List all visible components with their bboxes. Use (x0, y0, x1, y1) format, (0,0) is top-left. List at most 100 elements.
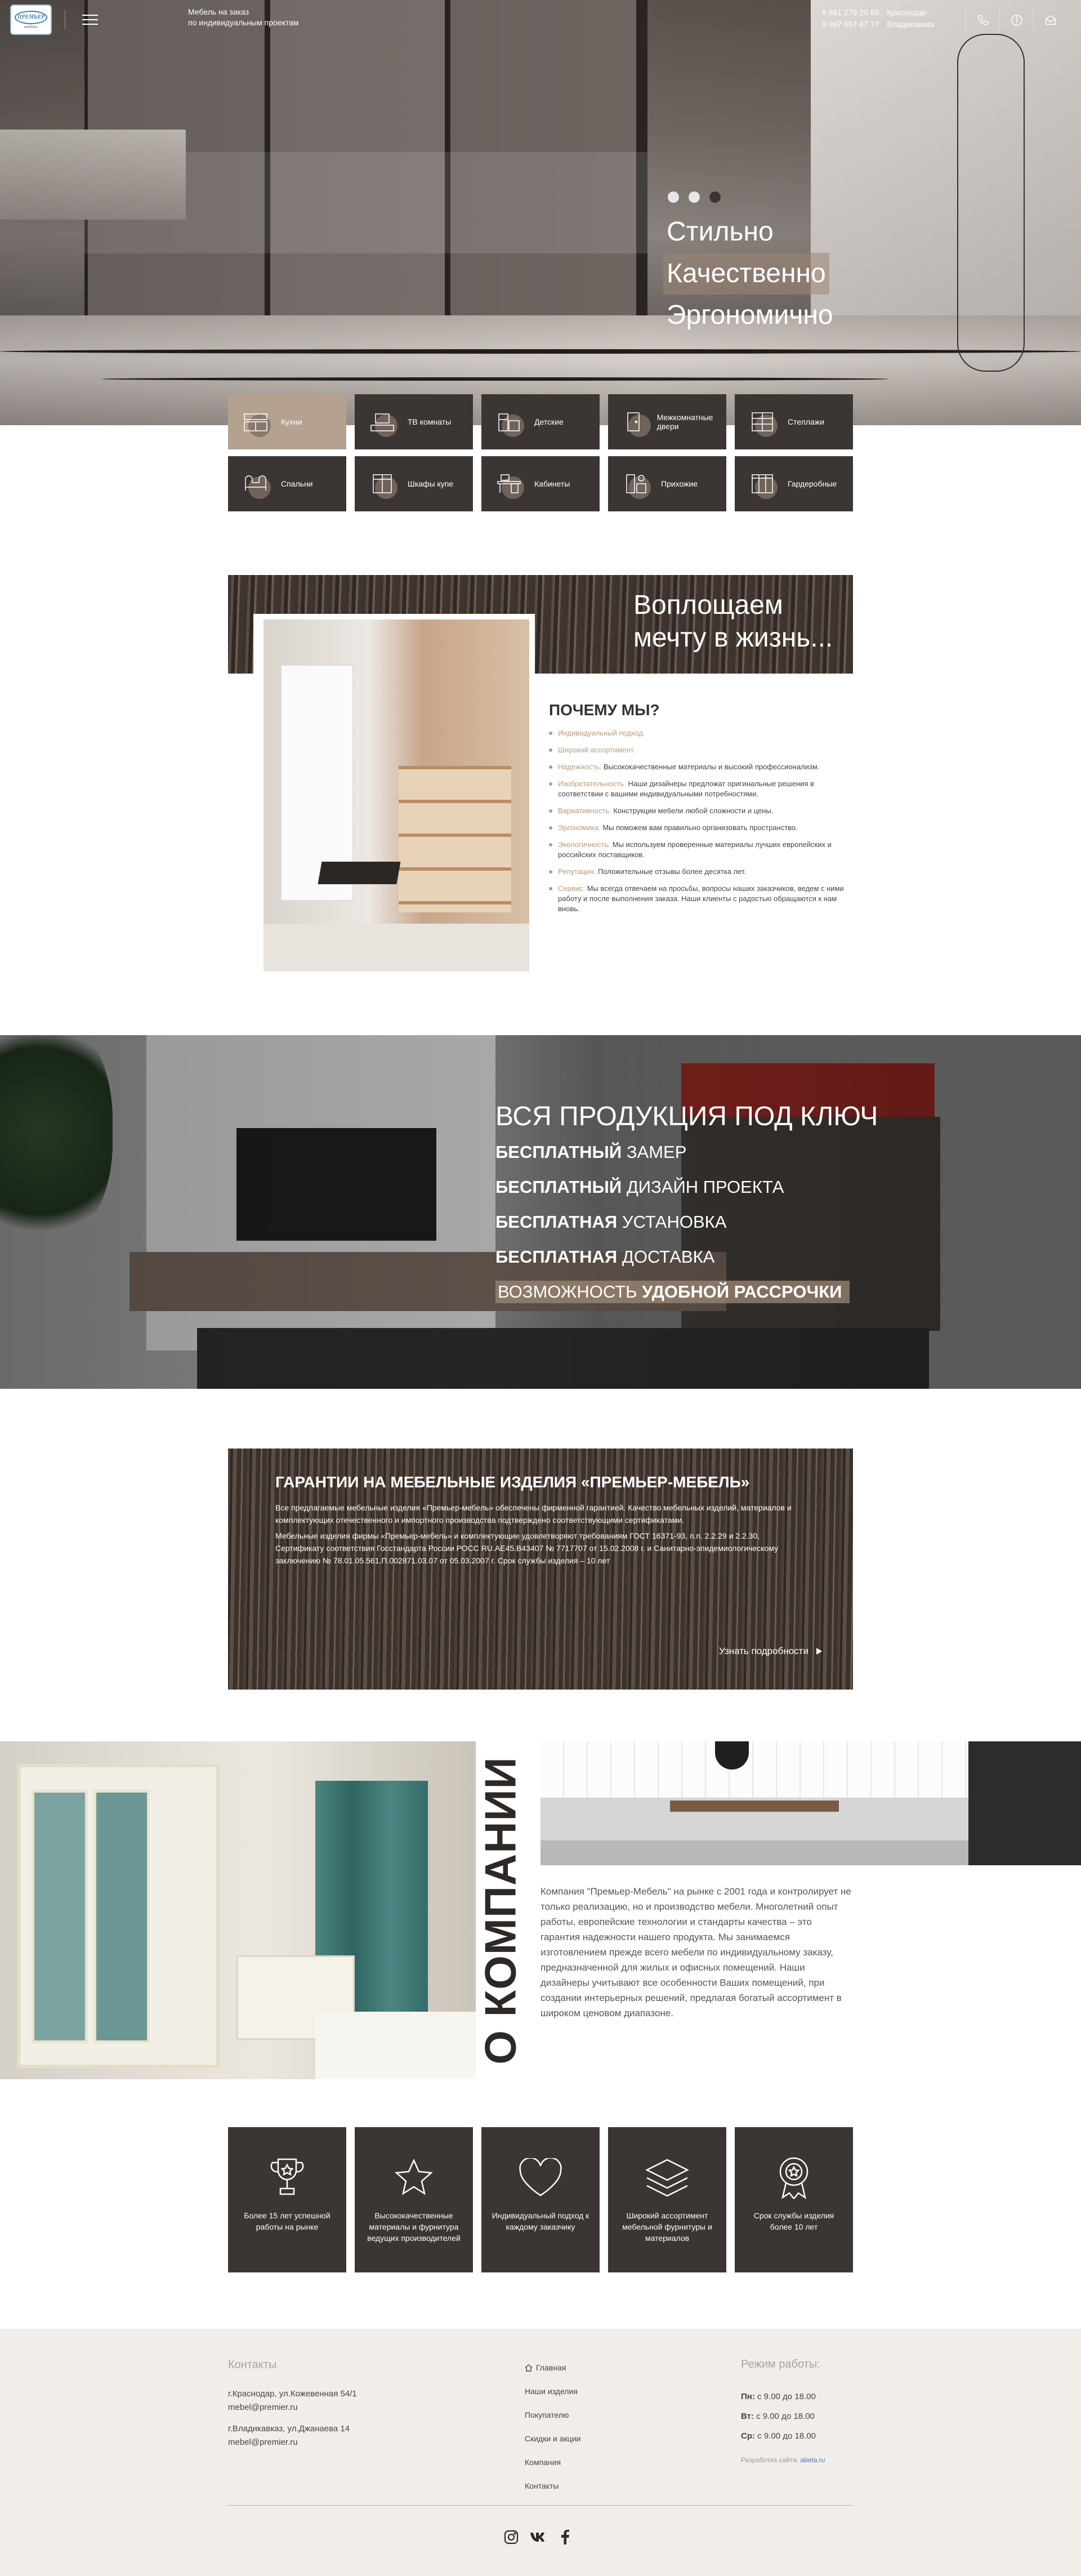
menu-burger-icon[interactable] (82, 15, 98, 25)
category-label: Детские (534, 417, 564, 426)
slogan-2: Качественно (663, 253, 829, 295)
page: ПРЕМЬЕР мебель Мебель на заказ по индиви… (0, 0, 1081, 2576)
slogan-1: Стильно (667, 217, 774, 247)
category-hallways[interactable]: Прихожие (608, 456, 726, 511)
category-kitchens[interactable]: Кухни (228, 394, 346, 449)
category-doors[interactable]: Межкомнатные двери (608, 394, 726, 449)
phone-city: Владикавказ (887, 20, 934, 29)
footer-nav-discounts[interactable]: Скидки и акции (525, 2427, 580, 2450)
footer-contacts: Контакты г.Краснодар, ул.Кожевенная 54/1… (228, 2358, 453, 2457)
header-phones: 8 861 279 20 65 Краснодар 8 967 657 87 7… (822, 7, 934, 30)
slogan-3: Эргономично (667, 300, 833, 330)
developer-credit: Разработка сайта: abeta.ru (741, 2456, 825, 2464)
turnkey-row-install: БЕСПЛАТНАЯ УСТАНОВКА (495, 1212, 727, 1232)
instagram-icon[interactable] (503, 2529, 520, 2546)
footer-nav-products[interactable]: Наши изделия (525, 2379, 580, 2403)
email-link[interactable]: mebel@premier.ru (228, 2401, 453, 2414)
about-text: Компания "Премьер-Мебель" на рынке с 200… (540, 1886, 851, 2018)
hero-slider (0, 0, 1081, 425)
developer-link[interactable]: abeta.ru (800, 2456, 825, 2464)
guarantee-more-link[interactable]: Узнать подробности (719, 1646, 823, 1657)
mail-icon[interactable] (1033, 8, 1067, 33)
category-tv-rooms[interactable]: ТВ комнаты (355, 394, 473, 449)
feature-card: Индивидуальный подход к каждому заказчик… (481, 2127, 600, 2272)
feature-label: Индивидуальный подход к каждому заказчик… (492, 2211, 589, 2231)
dressing-room-icon (747, 469, 778, 499)
address-vladikavkaz: г.Владикавказ, ул.Джанаева 14 mebel@prem… (228, 2422, 453, 2449)
slider-dot-1[interactable] (668, 191, 679, 203)
footer-hours: Режим работы: Пн: с 9.00 до 18.00 Вт: с … (741, 2358, 825, 2464)
header-tagline: Мебель на заказ по индивидуальным проект… (188, 7, 299, 28)
why-item: Изобретательность. Наши дизайнеры предло… (549, 779, 853, 799)
slider-dot-3[interactable] (709, 191, 721, 203)
guarantee-title: ГАРАНТИИ НА МЕБЕЛЬНЫЕ ИЗДЕЛИЯ «ПРЕМЬЕР-М… (275, 1473, 750, 1491)
category-wardrobes[interactable]: Шкафы купе (355, 456, 473, 511)
category-label: Кухни (281, 417, 302, 426)
bedroom-icon (240, 469, 271, 499)
feature-card: Более 15 лет успешной работы на рынке (228, 2127, 346, 2272)
why-item: Надежность. Высококачественные материалы… (549, 762, 853, 772)
kitchen-photo-image (263, 620, 529, 971)
why-list: Индивидуальный подход. Широкий ассортиме… (549, 728, 853, 914)
tv-room-icon (367, 407, 397, 437)
footer-nav-company[interactable]: Компания (525, 2450, 580, 2474)
hero-slogans: Стильно Качественно Эргономично (663, 211, 833, 336)
footer-nav-home[interactable]: Главная (525, 2356, 580, 2379)
phone-row-vladikavkaz[interactable]: 8 967 657 87 77 Владикавказ (822, 19, 934, 30)
category-shelving[interactable]: Стеллажи (735, 394, 853, 449)
category-label: Кабинеты (534, 479, 570, 488)
footer-nav-contacts[interactable]: Контакты (525, 2474, 580, 2498)
slider-dots (668, 191, 721, 203)
facebook-icon[interactable] (557, 2529, 574, 2546)
why-item: Репутация. Положительные отзывы более де… (549, 867, 853, 877)
hours-row: Вт: с 9.00 до 18.00 (741, 2412, 815, 2421)
contacts-title: Контакты (228, 2359, 277, 2371)
office-icon (494, 469, 524, 499)
turnkey-row-design: БЕСПЛАТНЫЙ ДИЗАЙН ПРОЕКТА (495, 1177, 784, 1197)
badge-icon (776, 2152, 812, 2203)
logo[interactable]: ПРЕМЬЕР мебель (10, 5, 52, 35)
category-label: Шкафы купе (408, 479, 454, 488)
hero-overlay (0, 0, 1081, 425)
category-bedrooms[interactable]: Спальни (228, 456, 346, 511)
why-item: Индивидуальный подход. (549, 728, 853, 738)
email-link[interactable]: mebel@premier.ru (228, 2436, 453, 2449)
category-grid: Кухни ТВ комнаты Детские Межкомнатные дв… (228, 394, 853, 511)
category-kids[interactable]: Детские (481, 394, 600, 449)
phone-number[interactable]: 8 967 657 87 77 (822, 19, 879, 30)
info-icon[interactable] (999, 8, 1033, 33)
category-label: ТВ комнаты (408, 417, 452, 426)
heart-icon (518, 2152, 563, 2203)
wardrobe-icon (367, 469, 397, 499)
slider-dot-2[interactable] (689, 191, 700, 203)
more-label[interactable]: Узнать подробности (719, 1646, 808, 1657)
turnkey-text: ВСЯ ПРОДУКЦИЯ ПОД КЛЮЧ БЕСПЛАТНЫЙ ЗАМЕР … (495, 1101, 878, 1320)
features-grid: Более 15 лет успешной работы на рынке Вы… (228, 2127, 853, 2272)
hours-title: Режим работы: (741, 2358, 820, 2370)
social-links (503, 2529, 574, 2546)
logo-sub: мебель (24, 25, 38, 29)
why-item: Экологичность. Мы используем проверенные… (549, 840, 853, 860)
category-offices[interactable]: Кабинеты (481, 456, 600, 511)
hours-row: Ср: с 9.00 до 18.00 (741, 2431, 816, 2441)
hallway-icon (620, 469, 651, 499)
guarantee-text: ГАРАНТИИ НА МЕБЕЛЬНЫЕ ИЗДЕЛИЯ «ПРЕМЬЕР-М… (275, 1473, 799, 1570)
dream-title: Воплощаем мечту в жизнь... (633, 589, 833, 654)
phone-number[interactable]: 8 861 279 20 65 (822, 7, 879, 19)
category-label: Межкомнатные двери (656, 413, 713, 431)
turnkey-row-installment: ВОЗМОЖНОСТЬ УДОБНОЙ РАССРОЧКИ (495, 1281, 850, 1303)
phone-icon[interactable] (966, 8, 999, 33)
phone-row-krasnodar[interactable]: 8 861 279 20 65 Краснодар (822, 7, 934, 19)
logo-text: ПРЕМЬЕР (15, 10, 47, 24)
category-label: Стеллажи (788, 417, 824, 426)
footer-divider (228, 2505, 853, 2506)
star-icon (394, 2152, 434, 2203)
footer-nav-customers[interactable]: Покупателю (525, 2403, 580, 2427)
category-dressing-rooms[interactable]: Гардеробные (735, 456, 853, 511)
turnkey-row-measure: БЕСПЛАТНЫЙ ЗАМЕР (495, 1142, 687, 1162)
category-label: Спальни (281, 479, 313, 488)
why-item: Вариативность. Конструкции мебели любой … (549, 806, 853, 816)
category-label: Прихожие (661, 479, 698, 488)
category-label: Гардеробные (788, 479, 837, 488)
vk-icon[interactable] (530, 2529, 547, 2546)
